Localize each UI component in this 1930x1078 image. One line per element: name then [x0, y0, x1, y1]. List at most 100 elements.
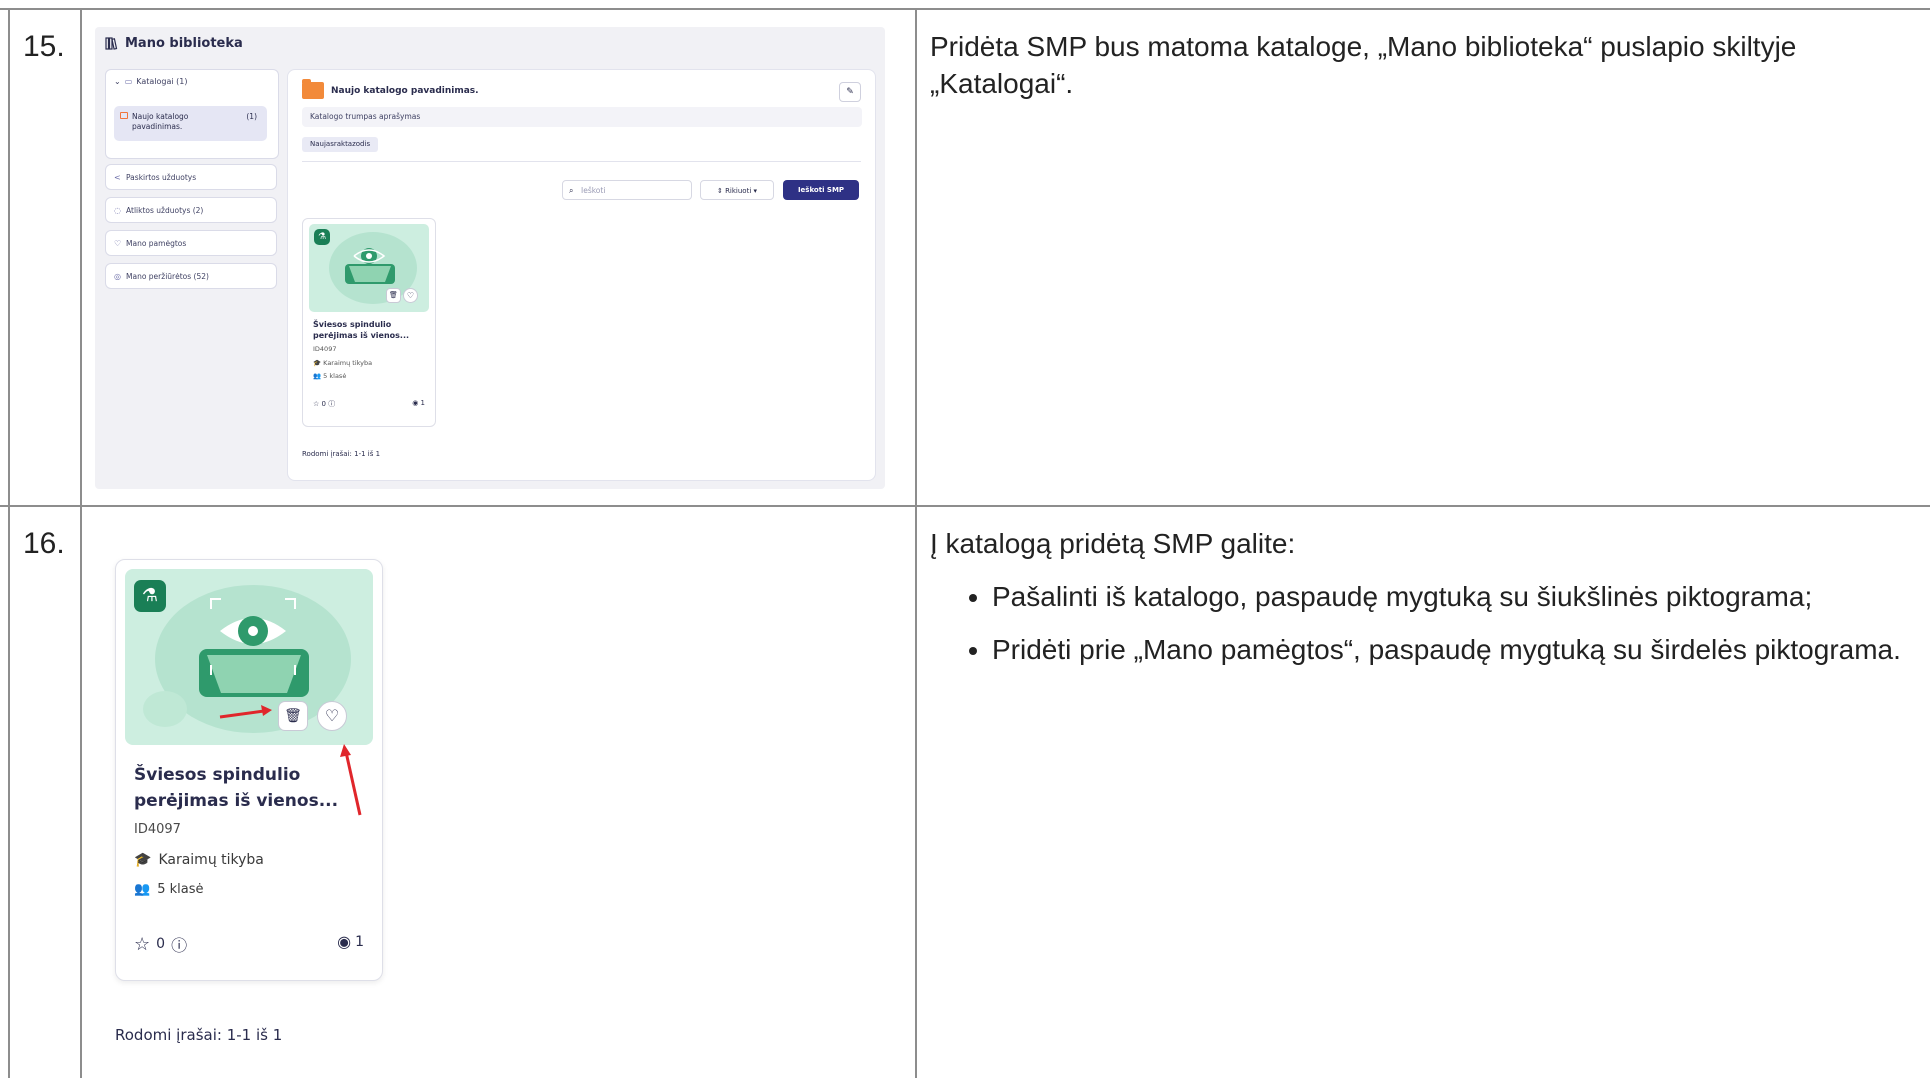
screenshot-mano-biblioteka: Mano biblioteka ⌄ ▭ Katalogai (1) Naujo … [95, 27, 885, 489]
sidebar-item-label: Paskirtos užduotys [126, 173, 197, 182]
sidebar-item-assigned-tasks[interactable]: < Paskirtos užduotys [105, 164, 277, 190]
bullet-item: Pridėti prie „Mano pamėgtos“, paspaudę m… [992, 631, 1930, 668]
card-grade-text: 5 klasė [323, 372, 347, 380]
sidebar-item-label: Mano peržiūrėtos (52) [126, 272, 209, 281]
card-rating-value: 0 [321, 400, 326, 408]
heart-icon: ♡ [324, 706, 340, 725]
eye-icon: ◉ [412, 399, 419, 407]
card-grade: 👥 5 klasė [313, 372, 346, 380]
card-subject-text: Karaimų tikyba [323, 359, 373, 367]
chevron-down-icon: ▾ [753, 187, 758, 195]
trash-icon: 🗑 [284, 708, 302, 724]
heart-icon: ♡ [114, 239, 122, 248]
card-id: ID4097 [134, 822, 181, 837]
card-views-value: 1 [420, 399, 425, 407]
sidebar-catalogs-header[interactable]: ⌄ ▭ Katalogai (1) [114, 77, 188, 86]
edit-catalog-button[interactable]: ✎ [839, 82, 861, 102]
step-description: Į katalogą pridėtą SMP galite: Pašalinti… [930, 525, 1930, 684]
catalog-name: Naujo katalogo pavadinimas. [331, 86, 479, 96]
card-subject-text: Karaimų tikyba [158, 852, 264, 868]
sort-icon: ⇕ [716, 187, 723, 195]
card-subject: 🎓 Karaimų tikyba [134, 852, 264, 868]
page-title-text: Mano biblioteka [125, 36, 243, 51]
info-icon[interactable]: ⓘ [328, 400, 335, 408]
smp-card[interactable]: ⚗ 🗑 ♡ Šviesos spindulio perėjimas iš vie… [115, 559, 383, 981]
card-rating-value: 0 [156, 936, 166, 952]
table-border-middle [0, 505, 1930, 507]
sidebar-catalogs-label: Katalogai (1) [136, 77, 188, 86]
library-icon [105, 37, 118, 50]
step-description-text: Pridėta SMP bus matoma kataloge, „Mano b… [930, 31, 1797, 99]
card-views: ◉ 1 [337, 932, 364, 951]
star-icon: ☆ [134, 933, 151, 955]
instruction-table: 15. Pridėta SMP bus matoma kataloge, „Ma… [0, 0, 1930, 1078]
folder-icon [302, 79, 324, 99]
card-views: ◉ 1 [412, 399, 425, 407]
card-rating: ☆ 0 ⓘ [313, 399, 335, 409]
card-grade-text: 5 klasė [157, 882, 204, 897]
step-number: 15. [23, 30, 65, 63]
search-smp-button[interactable]: Ieškoti SMP [783, 180, 859, 200]
graduation-cap-icon: 🎓 [313, 359, 322, 367]
delete-button[interactable]: 🗑 [278, 701, 308, 731]
eye-icon: ◉ [337, 932, 352, 951]
catalog-description: Katalogo trumpas aprašymas [302, 107, 862, 127]
sidebar-catalogs[interactable]: ⌄ ▭ Katalogai (1) Naujo katalogo pavadin… [105, 69, 279, 159]
table-col-divider-1 [80, 8, 82, 1078]
favorite-button[interactable]: ♡ [317, 701, 347, 731]
sidebar-item-label: Atliktos užduotys (2) [126, 206, 204, 215]
sort-label: Rikiuoti [725, 187, 752, 195]
sidebar-item-viewed[interactable]: ◎ Mano peržiūrėtos (52) [105, 263, 277, 289]
search-icon: ⌕ [569, 186, 574, 195]
users-icon: 👥 [313, 372, 322, 380]
table-border-top [0, 8, 1930, 10]
sidebar-item-selected-catalog[interactable]: Naujo katalogo pavadinimas. (1) [114, 106, 267, 141]
favorite-button[interactable]: ♡ [403, 288, 418, 303]
search-placeholder: Ieškoti [581, 186, 606, 195]
chevron-down-icon: ⌄ [114, 77, 121, 86]
table-col-divider-2 [915, 8, 917, 1078]
table-border-left [8, 8, 10, 1078]
card-title[interactable]: Šviesos spindulio perėjimas iš vienos... [313, 319, 428, 341]
arrowhead-favorite [340, 744, 351, 757]
sort-dropdown[interactable]: ⇕ Rikiuoti ▾ [700, 180, 774, 200]
sidebar-item-completed-tasks[interactable]: ◌ Atliktos užduotys (2) [105, 197, 277, 223]
step-description-intro: Į katalogą pridėtą SMP galite: [930, 528, 1296, 559]
sidebar-item-label: Mano pamėgtos [126, 239, 187, 248]
card-title[interactable]: Šviesos spindulio perėjimas iš vienos... [134, 762, 374, 814]
card-grade: 👥 5 klasė [134, 882, 203, 897]
catalog-panel: Naujo katalogo pavadinimas. ✎ Katalogo t… [287, 69, 876, 481]
step-bullet-list: Pašalinti iš katalogo, paspaudę mygtuką … [930, 578, 1930, 668]
eye-icon: ◎ [114, 272, 121, 281]
trash-icon: 🗑 [389, 291, 398, 299]
heart-icon: ♡ [406, 291, 415, 300]
info-icon[interactable]: ⓘ [171, 932, 187, 956]
card-image: ⚗ 🗑 ♡ [125, 569, 373, 745]
star-icon: ☆ [313, 400, 320, 408]
delete-button[interactable]: 🗑 [386, 288, 401, 303]
users-icon: 👥 [134, 882, 151, 897]
catalog-keyword-tag: Naujasraktazodis [302, 137, 379, 152]
records-count: Rodomi įrašai: 1-1 iš 1 [115, 1026, 283, 1044]
science-badge-icon: ⚗ [314, 229, 330, 245]
card-subject: 🎓 Karaimų tikyba [313, 359, 372, 367]
card-views-value: 1 [355, 933, 364, 950]
search-input[interactable]: ⌕ Ieškoti [562, 180, 692, 200]
screenshot-card-zoom: ⚗ 🗑 ♡ Šviesos spindulio perėjimas iš vie… [95, 528, 885, 1078]
folder-icon [120, 112, 128, 119]
records-count: Rodomi įrašai: 1-1 iš 1 [302, 450, 381, 458]
folder-icon: ▭ [124, 77, 133, 86]
check-circle-icon: ◌ [114, 206, 121, 215]
divider [302, 161, 861, 162]
smp-card[interactable]: ⚗ 🗑 ♡ Šviesos spindulio perėjimas iš vie… [302, 218, 436, 427]
step-description: Pridėta SMP bus matoma kataloge, „Mano b… [930, 28, 1930, 102]
share-icon: < [114, 173, 121, 182]
science-badge-icon: ⚗ [134, 580, 166, 612]
bullet-item: Pašalinti iš katalogo, paspaudę mygtuką … [992, 578, 1930, 615]
step-number: 16. [23, 527, 65, 560]
selected-catalog-count: (1) [246, 112, 257, 121]
sidebar-item-favorites[interactable]: ♡ Mano pamėgtos [105, 230, 277, 256]
card-rating: ☆ 0 ⓘ [134, 932, 187, 956]
card-id: ID4097 [313, 345, 337, 353]
selected-catalog-label: Naujo katalogo pavadinimas. [132, 112, 189, 131]
